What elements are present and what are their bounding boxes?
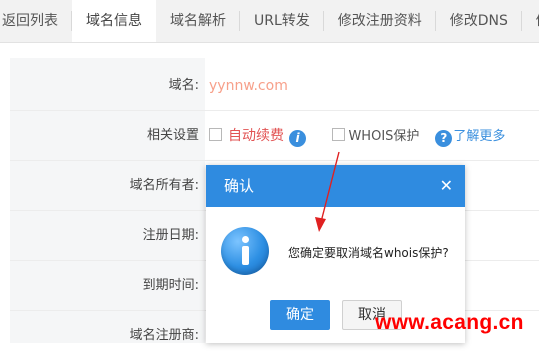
annotation-arrow [315,151,340,232]
watermark-text: www.acang.cn [375,311,524,334]
